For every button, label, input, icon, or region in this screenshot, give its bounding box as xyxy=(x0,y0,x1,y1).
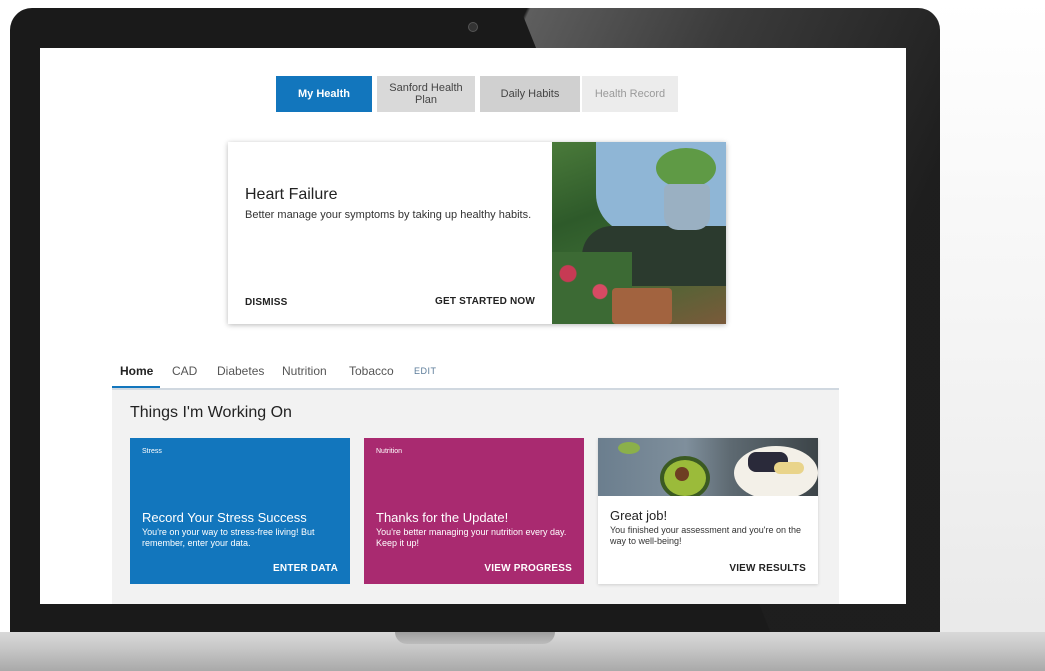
view-results-button[interactable]: VIEW RESULTS xyxy=(729,563,806,574)
hero-card: Heart Failure Better manage your symptom… xyxy=(228,142,726,324)
app-screen: My Health Sanford Health Plan Daily Habi… xyxy=(40,48,906,604)
webcam-icon xyxy=(468,22,478,32)
tab-tobacco[interactable]: Tobacco xyxy=(349,364,394,378)
tab-nutrition[interactable]: Nutrition xyxy=(282,364,327,378)
hero-description: Better manage your symptoms by taking up… xyxy=(245,209,532,221)
card-title: Record Your Stress Success xyxy=(142,510,307,525)
tab-sanford-health-plan[interactable]: Sanford Health Plan xyxy=(377,76,475,112)
card-category-label: Nutrition xyxy=(376,448,403,455)
condition-tabs: Home CAD Diabetes Nutrition Tobacco EDIT xyxy=(112,354,839,390)
hero-gardening-image xyxy=(552,142,726,324)
view-progress-button[interactable]: VIEW PROGRESS xyxy=(484,563,572,574)
tab-home[interactable]: Home xyxy=(120,364,153,378)
active-tab-indicator xyxy=(112,386,160,388)
hero-title: Heart Failure xyxy=(245,186,338,203)
enter-data-button[interactable]: ENTER DATA xyxy=(273,563,338,574)
nutrition-card[interactable]: Nutrition Thanks for the Update! You're … xyxy=(364,438,584,584)
assessment-card[interactable]: Great job! You finished your assessment … xyxy=(598,438,818,584)
card-description: You're on your way to stress-free living… xyxy=(142,527,315,548)
card-category-label: Stress xyxy=(142,448,162,455)
tab-health-record[interactable]: Health Record xyxy=(582,76,678,112)
laptop-notch xyxy=(395,632,555,644)
card-title: Great job! xyxy=(610,508,668,523)
get-started-button[interactable]: GET STARTED NOW xyxy=(435,296,535,307)
card-title: Thanks for the Update! xyxy=(376,510,509,525)
background xyxy=(940,0,1045,671)
card-description: You finished your assessment and you're … xyxy=(610,525,802,546)
tab-daily-habits[interactable]: Daily Habits xyxy=(480,76,580,112)
dismiss-button[interactable]: DISMISS xyxy=(245,297,288,308)
stress-card[interactable]: Stress Record Your Stress Success You're… xyxy=(130,438,350,584)
card-description: You're better managing your nutrition ev… xyxy=(376,527,567,548)
healthy-food-image xyxy=(598,438,818,496)
tab-my-health[interactable]: My Health xyxy=(276,76,372,112)
edit-tabs-button[interactable]: EDIT xyxy=(414,366,437,376)
tab-diabetes[interactable]: Diabetes xyxy=(217,364,264,378)
tab-cad[interactable]: CAD xyxy=(172,364,197,378)
working-on-panel: Things I'm Working On Stress Record Your… xyxy=(112,390,839,604)
section-title: Things I'm Working On xyxy=(130,404,292,421)
